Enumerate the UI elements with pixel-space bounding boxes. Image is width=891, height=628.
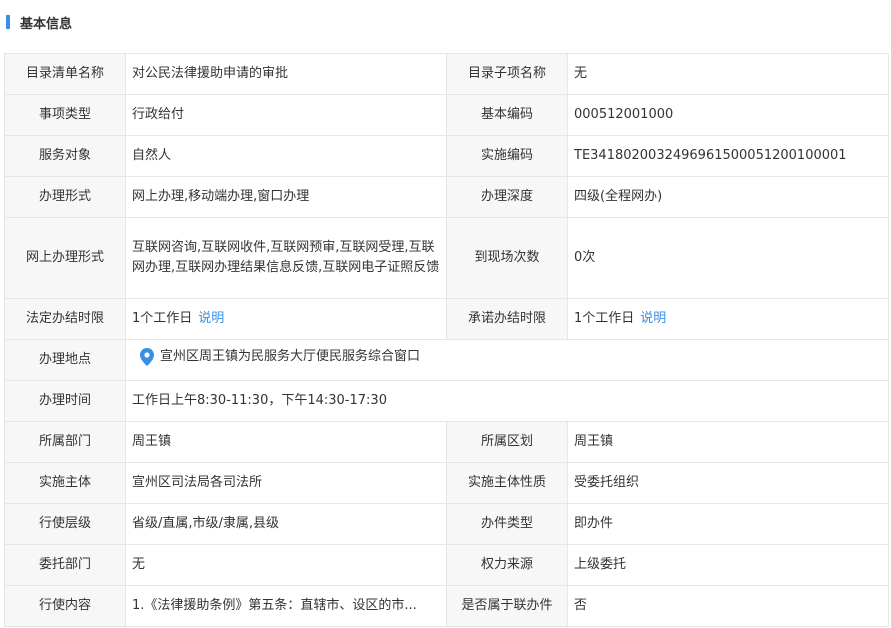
field-label: 法定办结时限 — [4, 298, 126, 340]
table-row: 办理时间 工作日上午8:30-11:30，下午14:30-17:30 — [4, 380, 889, 422]
promised-time-limit-note-link[interactable]: 说明 — [640, 311, 666, 326]
basic-info-table: 目录清单名称 对公民法律援助申请的审批 目录子项名称 无 事项类型 行政给付 基… — [4, 53, 889, 627]
field-label: 委托部门 — [4, 544, 126, 586]
field-label: 服务对象 — [4, 135, 126, 177]
map-pin-icon — [140, 348, 154, 366]
location-link[interactable]: 宣州区周王镇为民服务大厅便民服务综合窗口 — [132, 347, 420, 367]
field-value: 工作日上午8:30-11:30，下午14:30-17:30 — [125, 380, 889, 422]
field-label: 权力来源 — [446, 544, 568, 586]
field-label: 办件类型 — [446, 503, 568, 545]
field-label: 实施主体性质 — [446, 462, 568, 504]
field-value: 自然人 — [125, 135, 447, 177]
field-value: 受委托组织 — [567, 462, 889, 504]
field-value: 否 — [567, 585, 889, 627]
table-row: 办理形式 网上办理,移动端办理,窗口办理 办理深度 四级(全程网办) — [4, 176, 889, 218]
table-row: 事项类型 行政给付 基本编码 000512001000 — [4, 94, 889, 136]
table-row: 所属部门 周王镇 所属区划 周王镇 — [4, 421, 889, 463]
table-row: 行使内容 1.《法律援助条例》第五条：直辖市、设区的市... 是否属于联办件 否 — [4, 585, 889, 627]
field-value: 行政给付 — [125, 94, 447, 136]
table-row: 网上办理形式 互联网咨询,互联网收件,互联网预审,互联网受理,互联网办理,互联网… — [4, 217, 889, 299]
field-value: 周王镇 — [567, 421, 889, 463]
field-value: 1.《法律援助条例》第五条：直辖市、设区的市... — [125, 585, 447, 627]
table-row: 目录清单名称 对公民法律援助申请的审批 目录子项名称 无 — [4, 53, 889, 95]
table-row: 委托部门 无 权力来源 上级委托 — [4, 544, 889, 586]
field-value-with-note: 1个工作日 说明 — [567, 298, 889, 340]
field-value: 周王镇 — [125, 421, 447, 463]
section-header: 基本信息 — [0, 0, 891, 44]
field-label: 承诺办结时限 — [446, 298, 568, 340]
location-cell: 宣州区周王镇为民服务大厅便民服务综合窗口 — [125, 339, 889, 381]
field-label: 到现场次数 — [446, 217, 568, 299]
field-label: 所属部门 — [4, 421, 126, 463]
section-accent-bar — [6, 15, 10, 29]
field-value-with-note: 1个工作日 说明 — [125, 298, 447, 340]
field-label: 办理深度 — [446, 176, 568, 218]
table-row: 服务对象 自然人 实施编码 TE341802003249696150005120… — [4, 135, 889, 177]
field-value: 对公民法律援助申请的审批 — [125, 53, 447, 95]
field-value: 即办件 — [567, 503, 889, 545]
field-value: 0次 — [567, 217, 889, 299]
field-label: 目录子项名称 — [446, 53, 568, 95]
field-label: 所属区划 — [446, 421, 568, 463]
field-value: 互联网咨询,互联网收件,互联网预审,互联网受理,互联网办理,互联网办理结果信息反… — [125, 217, 447, 299]
field-value: 1个工作日 — [132, 311, 193, 326]
field-label: 基本编码 — [446, 94, 568, 136]
field-label: 办理地点 — [4, 339, 126, 381]
field-value: 省级/直属,市级/隶属,县级 — [125, 503, 447, 545]
table-row: 实施主体 宣州区司法局各司法所 实施主体性质 受委托组织 — [4, 462, 889, 504]
field-label: 目录清单名称 — [4, 53, 126, 95]
field-value: 无 — [567, 53, 889, 95]
table-row: 行使层级 省级/直属,市级/隶属,县级 办件类型 即办件 — [4, 503, 889, 545]
field-value: 1个工作日 — [574, 311, 635, 326]
field-value: 000512001000 — [567, 94, 889, 136]
field-label: 事项类型 — [4, 94, 126, 136]
field-label: 办理形式 — [4, 176, 126, 218]
field-value: 上级委托 — [567, 544, 889, 586]
location-text: 宣州区周王镇为民服务大厅便民服务综合窗口 — [160, 349, 421, 364]
legal-time-limit-note-link[interactable]: 说明 — [198, 311, 224, 326]
field-label: 实施主体 — [4, 462, 126, 504]
field-label: 网上办理形式 — [4, 217, 126, 299]
table-row: 办理地点 宣州区周王镇为民服务大厅便民服务综合窗口 — [4, 339, 889, 381]
field-value: 宣州区司法局各司法所 — [125, 462, 447, 504]
field-value: TE341802003249696150005120010000​1 — [567, 135, 889, 177]
field-label: 办理时间 — [4, 380, 126, 422]
field-label: 行使层级 — [4, 503, 126, 545]
table-row: 法定办结时限 1个工作日 说明 承诺办结时限 1个工作日 说明 — [4, 298, 889, 340]
field-value: 四级(全程网办) — [567, 176, 889, 218]
section-title: 基本信息 — [20, 16, 73, 32]
field-label: 是否属于联办件 — [446, 585, 568, 627]
field-label: 行使内容 — [4, 585, 126, 627]
field-value: 网上办理,移动端办理,窗口办理 — [125, 176, 447, 218]
field-value: 无 — [125, 544, 447, 586]
field-label: 实施编码 — [446, 135, 568, 177]
